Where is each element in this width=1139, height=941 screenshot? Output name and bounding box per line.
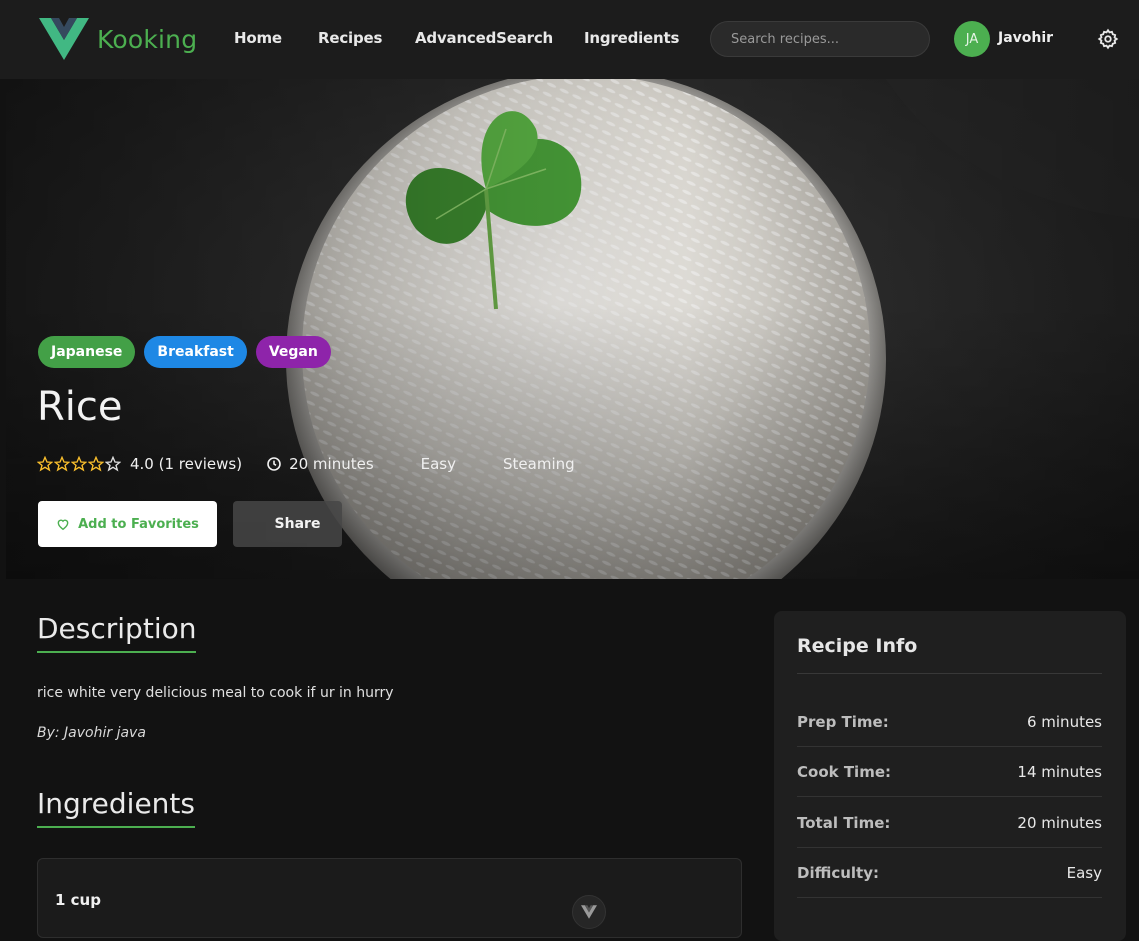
add-to-favorites-label: Add to Favorites xyxy=(78,516,199,532)
nav-link-ingredients[interactable]: Ingredients xyxy=(584,29,679,47)
recipe-title: Rice xyxy=(37,384,123,430)
star-filled-icon[interactable] xyxy=(71,456,87,472)
search-input[interactable] xyxy=(710,21,930,57)
star-filled-icon[interactable] xyxy=(37,456,53,472)
info-value: Easy xyxy=(1066,863,1102,882)
recipe-hero: Japanese Breakfast Vegan Rice 4.0 (1 rev… xyxy=(6,79,1139,579)
tag-japanese[interactable]: Japanese xyxy=(38,336,136,368)
recipe-meta: 4.0 (1 reviews) 20 minutes Easy Steaming xyxy=(37,455,575,473)
recipe-tags: Japanese Breakfast Vegan xyxy=(38,336,331,368)
nav-link-advanced-search[interactable]: AdvancedSearch xyxy=(415,29,553,47)
rating-text: 4.0 (1 reviews) xyxy=(130,455,243,473)
ingredient-image xyxy=(572,895,606,929)
brand-name: Kooking xyxy=(97,24,198,54)
info-value: 6 minutes xyxy=(1026,712,1102,731)
share-label: Share xyxy=(274,516,321,532)
vue-logo-icon xyxy=(39,18,89,60)
info-row-cook-time: Cook Time: 14 minutes xyxy=(797,747,1102,797)
info-label: Prep Time: xyxy=(797,712,889,731)
ingredient-quantity: 1 cup xyxy=(55,891,101,909)
ingredient-card: 1 cup xyxy=(37,858,742,938)
tag-breakfast[interactable]: Breakfast xyxy=(144,336,247,368)
info-row-prep-time: Prep Time: 6 minutes xyxy=(797,697,1102,747)
ingredients-heading: Ingredients xyxy=(37,787,195,828)
cooking-method: Steaming xyxy=(503,455,575,473)
add-to-favorites-button[interactable]: Add to Favorites xyxy=(38,501,217,547)
rating-stars[interactable] xyxy=(37,456,121,472)
nav-link-home[interactable]: Home xyxy=(234,29,282,47)
top-navbar: Kooking Home Recipes AdvancedSearch Ingr… xyxy=(0,0,1139,79)
info-label: Total Time: xyxy=(797,813,891,832)
description-heading: Description xyxy=(37,612,197,653)
info-row-total-time: Total Time: 20 minutes xyxy=(797,798,1102,848)
vue-logo-icon xyxy=(581,905,597,919)
avatar[interactable]: JA xyxy=(954,21,990,57)
nav-link-recipes[interactable]: Recipes xyxy=(318,29,382,47)
info-label: Difficulty: xyxy=(797,863,879,882)
description-text: rice white very delicious meal to cook i… xyxy=(37,685,394,701)
star-empty-icon[interactable] xyxy=(105,456,121,472)
recipe-info-title: Recipe Info xyxy=(797,635,918,657)
difficulty: Easy xyxy=(420,455,457,473)
recipe-info-card: Recipe Info Prep Time: 6 minutes Cook Ti… xyxy=(774,611,1126,941)
author-credit: By: Javohir java xyxy=(37,725,146,741)
share-button[interactable]: Share xyxy=(233,501,342,547)
user-name[interactable]: Javohir xyxy=(998,30,1053,46)
info-row-difficulty: Difficulty: Easy xyxy=(797,848,1102,898)
divider xyxy=(797,673,1102,674)
heart-icon xyxy=(57,519,69,531)
clock-icon xyxy=(267,457,281,471)
star-filled-icon[interactable] xyxy=(54,456,70,472)
brand-logo[interactable]: Kooking xyxy=(39,18,197,60)
info-label: Cook Time: xyxy=(797,762,891,781)
star-filled-icon[interactable] xyxy=(88,456,104,472)
info-value: 20 minutes xyxy=(1017,813,1102,832)
cook-time: 20 minutes xyxy=(289,455,374,473)
info-value: 14 minutes xyxy=(1017,762,1102,781)
tag-vegan[interactable]: Vegan xyxy=(255,336,331,368)
gear-icon[interactable] xyxy=(1097,28,1119,50)
